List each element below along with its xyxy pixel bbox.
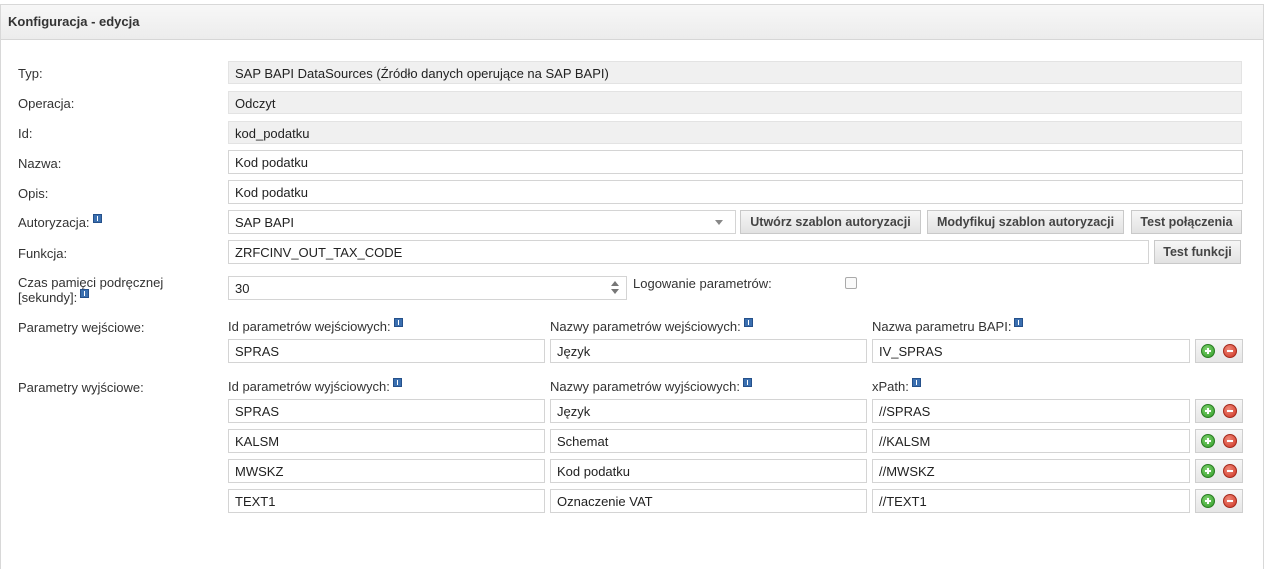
input-param-bapi-input[interactable]: IV_SPRAS (872, 339, 1190, 363)
authorization-label-text: Autoryzacja: (18, 215, 90, 230)
input-param-row-controls (1195, 339, 1243, 363)
remove-row-icon[interactable] (1223, 464, 1237, 478)
input-param-id-header: Id parametrów wejściowych: (228, 318, 403, 334)
output-param-name-header: Nazwy parametrów wyjściowych: (550, 378, 752, 394)
add-row-icon[interactable] (1201, 434, 1215, 448)
authorization-select[interactable]: SAP BAPI (228, 210, 736, 234)
input-param-name-header-text: Nazwy parametrów wejściowych: (550, 319, 741, 334)
chevron-down-icon (715, 220, 723, 225)
output-param-xpath-header: xPath: (872, 378, 921, 394)
info-icon[interactable] (1014, 318, 1024, 327)
output-param-row-controls (1195, 489, 1243, 513)
panel-title: Konfiguracja - edycja (1, 5, 1263, 40)
cache-time-input[interactable]: 30 (228, 276, 627, 300)
test-connection-button[interactable]: Test połączenia (1131, 210, 1242, 234)
output-param-row-controls (1195, 399, 1243, 423)
input-param-id-input[interactable]: SPRAS (228, 339, 545, 363)
input-param-id-header-text: Id parametrów wejściowych: (228, 319, 391, 334)
number-spinner-icon[interactable] (611, 280, 620, 296)
type-label: Typ: (18, 66, 43, 81)
output-param-id-header: Id parametrów wyjściowych: (228, 378, 402, 394)
info-icon[interactable] (92, 214, 102, 223)
info-icon[interactable] (80, 289, 90, 298)
logging-label: Logowanie parametrów: (633, 276, 772, 291)
name-label: Nazwa: (18, 156, 62, 171)
authorization-selected-value: SAP BAPI (235, 215, 295, 230)
cache-time-value: 30 (235, 281, 250, 296)
output-param-xpath-header-text: xPath: (872, 379, 909, 394)
modify-auth-template-button[interactable]: Modyfikuj szablon autoryzacji (927, 210, 1124, 234)
id-label: Id: (18, 126, 33, 141)
add-row-icon[interactable] (1201, 494, 1215, 508)
output-param-id-input[interactable]: KALSM (228, 429, 545, 453)
remove-row-icon[interactable] (1223, 344, 1237, 358)
cache-time-label: Czas pamięci podręcznej [sekundy]: (18, 275, 163, 305)
output-param-id-input[interactable]: TEXT1 (228, 489, 545, 513)
add-row-icon[interactable] (1201, 344, 1215, 358)
function-label: Funkcja: (18, 246, 68, 261)
remove-row-icon[interactable] (1223, 404, 1237, 418)
add-row-icon[interactable] (1201, 404, 1215, 418)
output-param-xpath-input[interactable]: //TEXT1 (872, 489, 1190, 513)
type-field: SAP BAPI DataSources (Źródło danych oper… (228, 61, 1242, 84)
input-params-label: Parametry wejściowe: (18, 320, 145, 335)
input-param-bapi-header-text: Nazwa parametru BAPI: (872, 319, 1012, 334)
output-param-id-header-text: Id parametrów wyjściowych: (228, 379, 390, 394)
add-row-icon[interactable] (1201, 464, 1215, 478)
remove-row-icon[interactable] (1223, 494, 1237, 508)
test-function-button[interactable]: Test funkcji (1154, 240, 1241, 264)
operation-label: Operacja: (18, 96, 75, 111)
info-icon[interactable] (393, 318, 403, 327)
info-icon[interactable] (743, 378, 752, 387)
logging-checkbox[interactable] (845, 277, 857, 289)
info-icon[interactable] (392, 378, 402, 387)
output-param-id-input[interactable]: MWSKZ (228, 459, 545, 483)
output-param-xpath-input[interactable]: //MWSKZ (872, 459, 1190, 483)
output-param-row-controls (1195, 429, 1243, 453)
info-icon[interactable] (911, 378, 921, 387)
output-param-id-input[interactable]: SPRAS (228, 399, 545, 423)
output-params-label: Parametry wyjściowe: (18, 380, 144, 395)
info-icon[interactable] (743, 318, 753, 327)
output-param-name-input[interactable]: Język (550, 399, 867, 423)
create-auth-template-button[interactable]: Utwórz szablon autoryzacji (740, 210, 921, 234)
output-param-name-input[interactable]: Oznaczenie VAT (550, 489, 867, 513)
remove-row-icon[interactable] (1223, 434, 1237, 448)
cache-time-label-line1: Czas pamięci podręcznej (18, 275, 164, 290)
description-input[interactable]: Kod podatku (228, 180, 1243, 204)
output-param-row-controls (1195, 459, 1243, 483)
output-param-name-input[interactable]: Kod podatku (550, 459, 867, 483)
output-param-xpath-input[interactable]: //KALSM (872, 429, 1190, 453)
output-param-name-header-text: Nazwy parametrów wyjściowych: (550, 379, 740, 394)
id-field: kod_podatku (228, 121, 1242, 144)
output-param-xpath-input[interactable]: //SPRAS (872, 399, 1190, 423)
input-param-name-header: Nazwy parametrów wejściowych: (550, 318, 753, 334)
output-param-name-input[interactable]: Schemat (550, 429, 867, 453)
authorization-label: Autoryzacja: (18, 214, 102, 230)
description-label: Opis: (18, 186, 49, 201)
name-input[interactable]: Kod podatku (228, 150, 1243, 174)
input-param-name-input[interactable]: Język (550, 339, 867, 363)
config-panel: Konfiguracja - edycja (0, 4, 1264, 569)
input-param-bapi-header: Nazwa parametru BAPI: (872, 318, 1024, 334)
cache-time-label-line2: [sekundy]: (18, 290, 78, 305)
operation-field: Odczyt (228, 91, 1242, 114)
function-input[interactable]: ZRFCINV_OUT_TAX_CODE (228, 240, 1149, 264)
